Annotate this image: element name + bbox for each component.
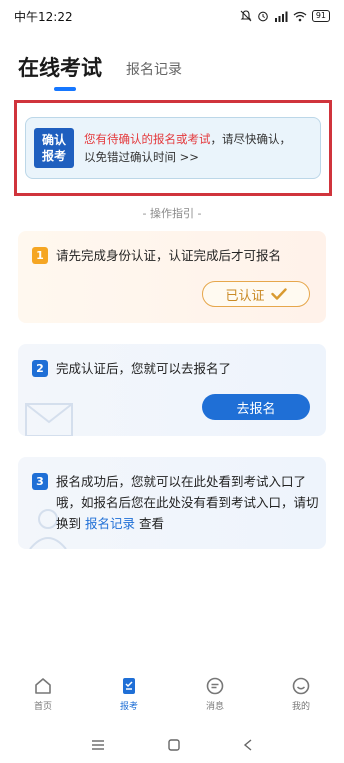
check-icon — [270, 288, 287, 300]
home-square-icon[interactable] — [168, 739, 180, 751]
menu-icon[interactable] — [91, 739, 105, 751]
guide-label: - 操作指引 - — [142, 207, 202, 220]
verified-button[interactable]: 已认证 — [202, 281, 310, 307]
verified-button-label: 已认证 — [225, 288, 265, 304]
profile-icon — [292, 677, 310, 695]
tabbar-label-profile: 我的 — [291, 702, 310, 712]
tab-online-exam-label: 在线考试 — [18, 56, 102, 80]
step-1-text: 请先完成身份认证，认证完成后才可报名 — [56, 248, 282, 263]
battery-indicator: 91 — [311, 10, 330, 22]
step-3-text-b: 查看 — [139, 516, 165, 531]
step-card-1: 1 请先完成身份认证，认证完成后才可报名 已认证 — [18, 231, 326, 323]
status-bar: 中午12:22 91 — [0, 0, 344, 32]
back-icon[interactable] — [243, 739, 253, 751]
confirm-banner[interactable]: 确认 报考 您有待确认的报名或考试，请尽快确认， 以免错过确认时间 >> — [25, 117, 321, 179]
tabbar-item-message[interactable]: 消息 — [185, 676, 245, 722]
confirm-message: 您有待确认的报名或考试，请尽快确认， 以免错过确认时间 >> — [84, 130, 291, 166]
tab-registration-records[interactable]: 报名记录 — [126, 59, 182, 82]
wifi-icon — [293, 11, 307, 21]
confirm-highlight-text: 您有待确认的报名或考试 — [84, 132, 211, 146]
step-card-3: 3 报名成功后，您就可以在此处看到考试入口了哦，如报名后您在此处没有看到考试入口… — [18, 457, 326, 549]
tabbar-item-profile[interactable]: 我的 — [271, 676, 331, 722]
confirm-badge: 确认 报考 — [34, 128, 74, 168]
bottom-tab-bar: 首页 报考 消息 我的 — [0, 676, 344, 722]
confirm-badge-line2: 报考 — [41, 149, 66, 163]
step-2-number: 2 — [32, 360, 48, 377]
go-register-button[interactable]: 去报名 — [202, 394, 310, 420]
registration-records-link[interactable]: 报名记录 — [85, 516, 135, 531]
signal-icon — [274, 11, 288, 22]
home-icon — [35, 678, 51, 694]
confirm-line2-text: 以免错过确认时间 >> — [84, 150, 199, 164]
status-time: 中午12:22 — [14, 9, 73, 24]
tab-active-indicator — [54, 87, 76, 91]
confirm-badge-line1: 确认 — [41, 133, 66, 147]
step-3-header: 3 报名成功后，您就可以在此处看到考试入口了哦，如报名后您在此处没有看到考试入口… — [32, 471, 320, 534]
alarm-icon — [257, 11, 268, 22]
step-1-header: 1 请先完成身份认证，认证完成后才可报名 — [32, 245, 320, 266]
mute-icon — [240, 10, 252, 22]
exam-icon — [123, 678, 135, 694]
step-3-number: 3 — [32, 473, 48, 490]
tabbar-label-home: 首页 — [33, 702, 52, 712]
envelope-decoration-icon — [25, 403, 73, 436]
step-2-header: 2 完成认证后，您就可以去报名了 — [32, 358, 320, 379]
message-icon — [206, 677, 224, 695]
tabbar-label-exam: 报考 — [119, 702, 138, 712]
system-navigation-bar — [0, 730, 344, 760]
step-card-2: 2 完成认证后，您就可以去报名了 去报名 — [18, 344, 326, 436]
confirm-banner-highlight-frame: 确认 报考 您有待确认的报名或考试，请尽快确认， 以免错过确认时间 >> — [14, 100, 332, 196]
step-3-text: 报名成功后，您就可以在此处看到考试入口了哦，如报名后您在此处没有看到考试入口，请… — [56, 471, 320, 534]
confirm-rest-text: ，请尽快确认， — [210, 132, 292, 146]
step-1-number: 1 — [32, 247, 48, 264]
tabbar-item-home[interactable]: 首页 — [13, 676, 73, 722]
status-icons: 91 — [240, 10, 330, 22]
step-2-text: 完成认证后，您就可以去报名了 — [56, 361, 232, 376]
top-tabs: 在线考试 报名记录 — [18, 52, 182, 91]
tabbar-label-message: 消息 — [205, 702, 224, 712]
tabbar-item-exam[interactable]: 报考 — [99, 676, 159, 722]
tab-online-exam[interactable]: 在线考试 — [18, 52, 102, 91]
